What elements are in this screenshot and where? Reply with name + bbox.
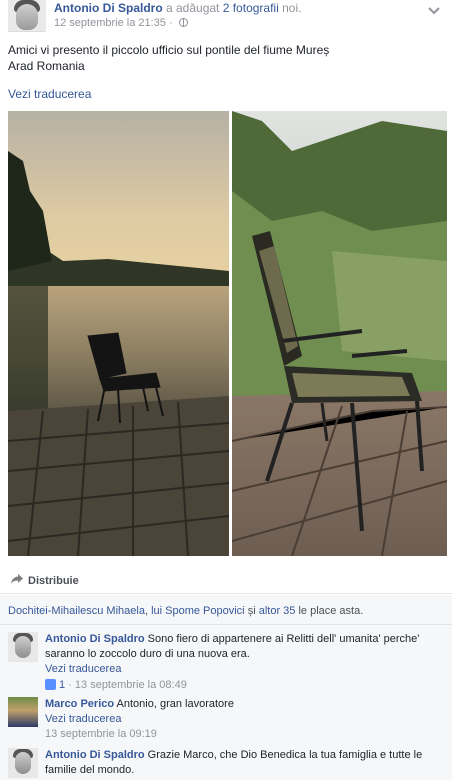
- privacy-separator: ·: [165, 17, 176, 29]
- post-header: Antonio Di Spaldro a adăugat 2 fotografi…: [0, 0, 452, 36]
- globe-icon[interactable]: [178, 18, 188, 27]
- ufi-feedback-area: Dochitei-Mihailescu Mihaela, lui Spome P…: [0, 595, 452, 780]
- action-prefix: a adăugat: [162, 1, 223, 15]
- post-text-line1: Amici vi presento il piccolo ufficio sul…: [8, 43, 330, 57]
- likes-and: și: [244, 605, 259, 617]
- see-translation-link[interactable]: Vezi traducerea: [8, 87, 91, 101]
- photo-lake-sunset-chair[interactable]: [8, 111, 229, 556]
- others-likers-link[interactable]: altor 35: [259, 605, 296, 617]
- comment-timestamp[interactable]: 13 septembrie la 09:19: [45, 727, 447, 742]
- divider: [0, 624, 452, 625]
- likes-summary: Dochitei-Mihailescu Mihaela, lui Spome P…: [8, 605, 363, 617]
- comment-timestamp[interactable]: 13 septembrie la 08:49: [75, 679, 187, 691]
- comment-meta: 1 · 13 septembrie la 08:49: [45, 677, 447, 693]
- liker-link-2[interactable]: lui Spome Popovici: [151, 605, 245, 617]
- comment-item: Antonio Di Spaldro Grazie Marco, che Dio…: [8, 748, 448, 780]
- comment-body: Antonio Di Spaldro Grazie Marco, che Dio…: [45, 748, 447, 778]
- share-arrow-icon: [11, 574, 23, 584]
- comment-text: Antonio, gran lavoratore: [116, 698, 234, 710]
- post-actions-bar: Distribuie: [0, 568, 452, 594]
- comment-body: Marco Perico Antonio, gran lavoratore Ve…: [45, 697, 447, 742]
- comment-body: Antonio Di Spaldro Sono fiero di apparte…: [45, 632, 447, 693]
- action-suffix: noi.: [278, 1, 302, 15]
- post-text-line2: Arad Romania: [8, 59, 85, 73]
- post-message: Amici vi presento il piccolo ufficio sul…: [8, 42, 329, 74]
- commenter-avatar[interactable]: [8, 697, 38, 727]
- commenter-avatar[interactable]: [8, 748, 38, 778]
- photo-chair-closeup[interactable]: [232, 111, 447, 556]
- chevron-down-icon[interactable]: [426, 2, 442, 18]
- comment-author-link[interactable]: Marco Perico: [45, 698, 114, 710]
- post-author-link[interactable]: Antonio Di Spaldro: [54, 1, 163, 15]
- comment-meta-sep: ·: [65, 679, 75, 691]
- comment-see-translation[interactable]: Vezi traducerea: [45, 662, 447, 677]
- comment-author-link[interactable]: Antonio Di Spaldro: [45, 633, 145, 645]
- post-timestamp[interactable]: 12 septembrie la 21:35: [54, 17, 166, 29]
- share-button[interactable]: Distribuie: [28, 575, 79, 587]
- like-thumb-icon: [45, 679, 56, 690]
- post-header-line: Antonio Di Spaldro a adăugat 2 fotografi…: [54, 1, 301, 15]
- comment-author-link[interactable]: Antonio Di Spaldro: [45, 749, 145, 761]
- photos-link[interactable]: 2 fotografii: [223, 1, 279, 15]
- likes-suffix: le place asta.: [295, 605, 364, 617]
- liker-link-1[interactable]: Dochitei-Mihailescu Mihaela: [8, 605, 145, 617]
- commenter-avatar[interactable]: [8, 632, 38, 662]
- comment-item: Antonio Di Spaldro Sono fiero di apparte…: [8, 632, 448, 692]
- author-avatar[interactable]: [8, 0, 46, 32]
- post-timestamp-line: 12 septembrie la 21:35 ·: [54, 17, 188, 29]
- comment-see-translation[interactable]: Vezi traducerea: [45, 712, 447, 727]
- comment-item: Marco Perico Antonio, gran lavoratore Ve…: [8, 697, 448, 745]
